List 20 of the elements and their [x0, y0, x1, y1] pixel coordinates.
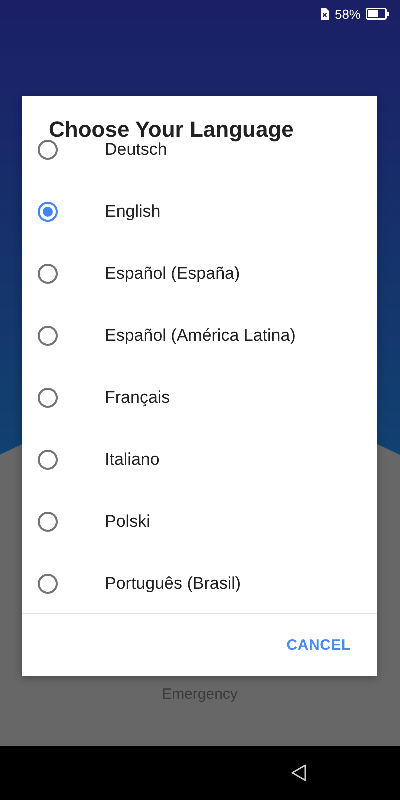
language-option[interactable]: Français: [105, 388, 170, 408]
radio-button[interactable]: [38, 202, 58, 222]
battery-percentage: 58%: [334, 6, 361, 22]
language-option[interactable]: Polski: [105, 512, 150, 532]
language-option[interactable]: English: [105, 202, 161, 222]
language-option[interactable]: Deutsch: [105, 140, 168, 160]
radio-button[interactable]: [38, 574, 58, 594]
radio-button[interactable]: [38, 264, 58, 284]
radio-button[interactable]: [38, 326, 58, 346]
radio-button[interactable]: [38, 450, 58, 470]
language-option[interactable]: Português (Brasil): [105, 574, 242, 594]
radio-button[interactable]: [38, 140, 58, 160]
radio-button[interactable]: [38, 388, 58, 408]
language-option[interactable]: Español (España): [105, 264, 240, 284]
back-icon[interactable]: [291, 764, 307, 782]
dialog-title: Choose Your Language: [48, 116, 294, 140]
language-option[interactable]: Italiano: [105, 450, 160, 470]
battery-icon: [366, 8, 390, 20]
language-option[interactable]: Español (América Latina): [105, 326, 296, 346]
radio-button[interactable]: [38, 512, 58, 532]
